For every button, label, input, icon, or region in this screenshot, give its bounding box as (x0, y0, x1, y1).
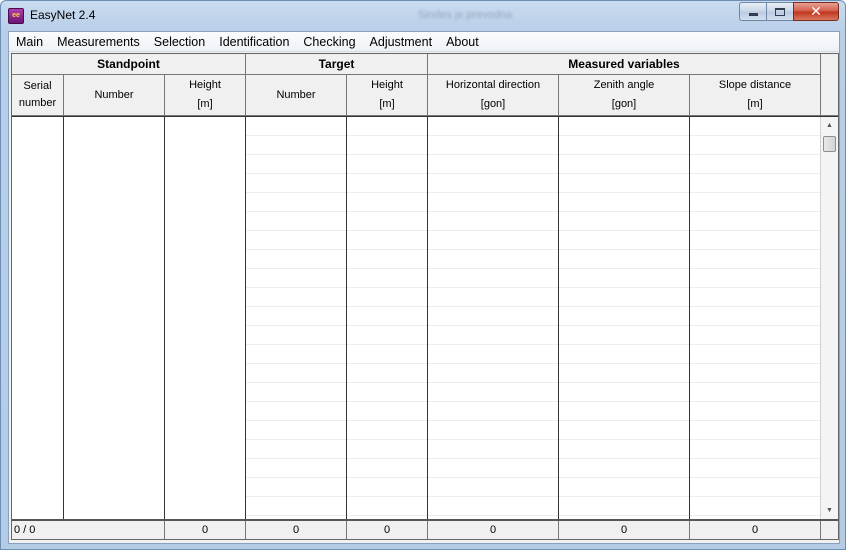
close-icon: ✕ (810, 3, 822, 19)
close-button[interactable]: ✕ (793, 2, 839, 21)
column-header-target-height[interactable]: Height [m] (347, 75, 428, 116)
menu-checking[interactable]: Checking (296, 32, 362, 52)
scroll-down-icon[interactable]: ▼ (821, 502, 838, 519)
column-slope-distance[interactable] (690, 117, 821, 519)
footer-target-height: 0 (347, 521, 428, 539)
menu-about[interactable]: About (439, 32, 486, 52)
column-header-standpoint-number[interactable]: Number (64, 75, 165, 116)
column-header-target-number[interactable]: Number (246, 75, 347, 116)
column-header-horizontal-direction[interactable]: Horizontal direction [gon] (428, 75, 559, 116)
column-target-number[interactable] (246, 117, 347, 519)
app-window: ee EasyNet 2.4 Sindes je prevodna ✕ Main… (0, 0, 846, 550)
column-header-serial-number[interactable]: Serial number (12, 75, 64, 116)
title-bar[interactable]: ee EasyNet 2.4 Sindes je prevodna ✕ (1, 1, 845, 31)
column-header-slope-distance[interactable]: Slope distance [m] (690, 75, 821, 116)
window-title: EasyNet 2.4 (30, 8, 96, 22)
column-target-height[interactable] (347, 117, 428, 519)
column-zenith-angle[interactable] (559, 117, 690, 519)
background-window-title: Sindes je prevodna (418, 9, 513, 21)
scroll-up-icon[interactable]: ▲ (821, 117, 838, 134)
column-header-standpoint-height[interactable]: Height [m] (165, 75, 246, 116)
menu-measurements[interactable]: Measurements (50, 32, 147, 52)
grid-footer: 0 / 0 0 0 0 0 0 0 (12, 519, 838, 539)
menu-adjustment[interactable]: Adjustment (363, 32, 440, 52)
column-serial-number[interactable] (12, 117, 64, 519)
menu-selection[interactable]: Selection (147, 32, 212, 52)
maximize-button[interactable] (766, 2, 793, 21)
vertical-scrollbar[interactable]: ▲ ▼ (820, 117, 838, 519)
menu-main[interactable]: Main (9, 32, 50, 52)
group-header-target: Target (246, 54, 428, 75)
header-corner (821, 54, 838, 116)
footer-target-number: 0 (246, 521, 347, 539)
footer-zenith-angle: 0 (559, 521, 690, 539)
column-standpoint-number[interactable] (64, 117, 165, 519)
measurements-grid[interactable]: Standpoint Target Measured variables Ser… (11, 53, 839, 540)
column-standpoint-height[interactable] (165, 117, 246, 519)
app-icon[interactable]: ee (8, 8, 24, 24)
footer-standpoint-height: 0 (165, 521, 246, 539)
maximize-icon (775, 7, 785, 16)
footer-corner (821, 521, 838, 539)
group-header-standpoint: Standpoint (12, 54, 246, 75)
record-count: 0 / 0 (12, 521, 165, 539)
group-header-measured-variables: Measured variables (428, 54, 821, 75)
column-header-zenith-angle[interactable]: Zenith angle [gon] (559, 75, 690, 116)
footer-horizontal-direction: 0 (428, 521, 559, 539)
menu-identification[interactable]: Identification (212, 32, 296, 52)
client-area: Main Measurements Selection Identificati… (8, 31, 840, 544)
menu-bar: Main Measurements Selection Identificati… (9, 32, 839, 52)
minimize-icon (748, 13, 758, 16)
column-horizontal-direction[interactable] (428, 117, 559, 519)
footer-slope-distance: 0 (690, 521, 821, 539)
scrollbar-thumb[interactable] (823, 136, 836, 152)
minimize-button[interactable] (739, 2, 766, 21)
